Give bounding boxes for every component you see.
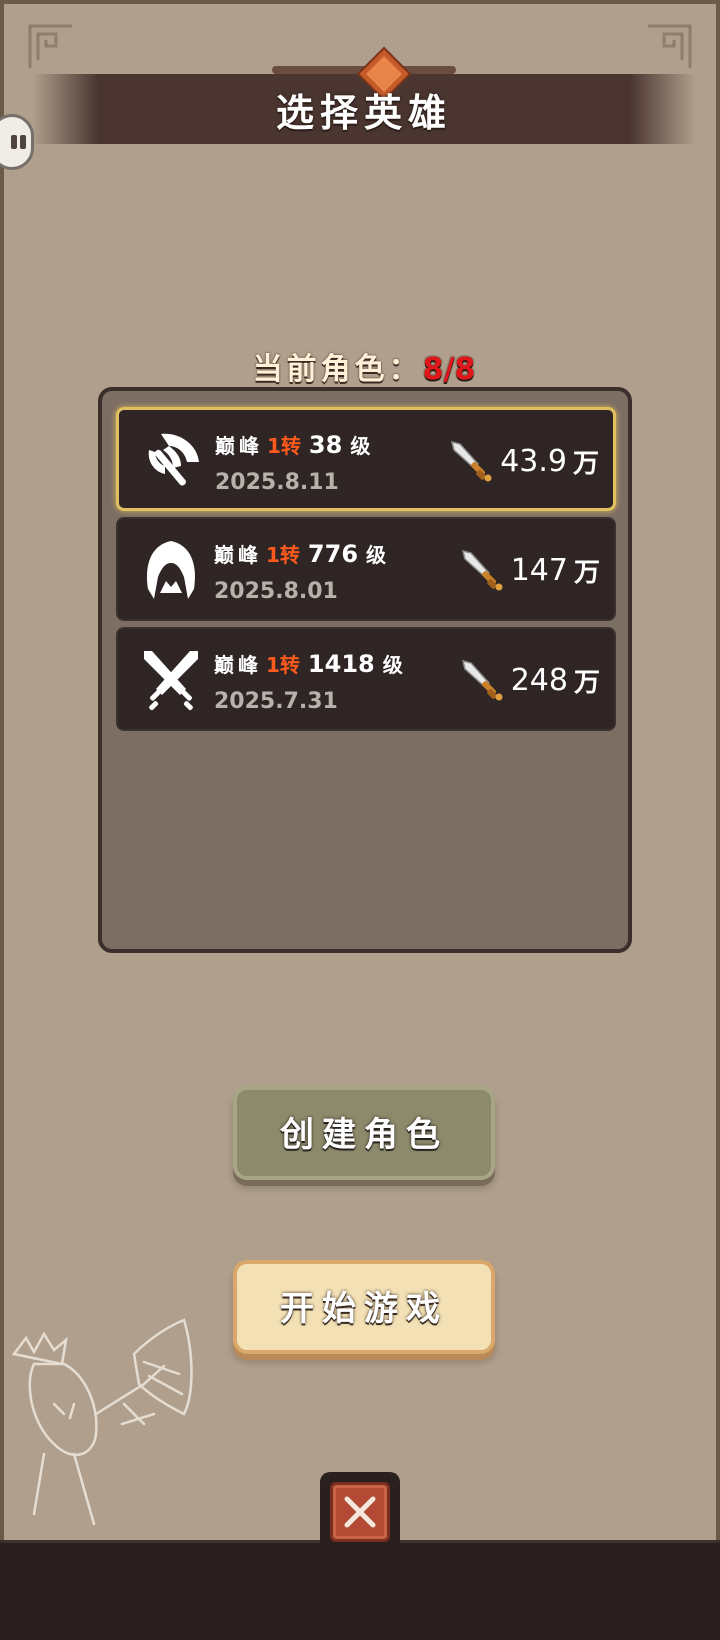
close-icon — [344, 1496, 376, 1528]
close-button[interactable] — [330, 1482, 390, 1542]
hero-rank: 巅峰 1转 1418 级 — [214, 650, 403, 678]
hood-icon — [146, 541, 196, 599]
hero-date: 2025.8.11 — [215, 470, 339, 495]
hero-power: 248 万 — [459, 657, 600, 703]
axe-icon — [148, 433, 199, 486]
hero-select-panel: 选择英雄 当前角色：8/8 巅峰 1转 38 级 2025.8.11 43.9 … — [0, 0, 720, 1548]
hero-date: 2025.8.01 — [214, 579, 338, 604]
sword-icon — [461, 549, 503, 591]
sword-icon — [451, 440, 492, 482]
side-menu-toggle[interactable] — [0, 114, 34, 170]
role-count-label: 当前角色： — [252, 352, 423, 387]
crossed-swords-icon — [144, 651, 198, 711]
sword-icon — [461, 659, 503, 701]
corner-ornament-left — [28, 24, 72, 68]
hero-row-1[interactable]: 巅峰 1转 38 级 2025.8.11 43.9 万 — [116, 407, 616, 511]
hero-row-3[interactable]: 巅峰 1转 1418 级 2025.7.31 248 万 — [116, 627, 616, 731]
hero-list: 巅峰1转38级 2025.8.11 43.9万 巅峰1转776级 — [98, 387, 632, 953]
hero-power: 43.9 万 — [448, 438, 599, 484]
hero-date: 2025.7.31 — [214, 689, 338, 714]
start-game-button[interactable]: 开始游戏 — [233, 1260, 495, 1354]
hero-row-2[interactable]: 巅峰 1转 776 级 2025.8.01 147 万 — [116, 517, 616, 621]
corner-ornament-right — [648, 24, 692, 68]
carrot-hero-sketch — [11, 1318, 193, 1526]
create-role-button[interactable]: 创建角色 — [233, 1086, 495, 1180]
bottom-bar — [0, 1540, 720, 1640]
page-title: 选择英雄 — [275, 91, 452, 135]
role-count: 当前角色：8/8 — [4, 344, 720, 388]
hero-rank: 巅峰 1转 776 级 — [214, 540, 387, 568]
role-count-value: 8/8 — [422, 352, 476, 387]
hero-rank: 巅峰 1转 38 级 — [215, 431, 371, 459]
hero-power: 147 万 — [459, 547, 600, 593]
